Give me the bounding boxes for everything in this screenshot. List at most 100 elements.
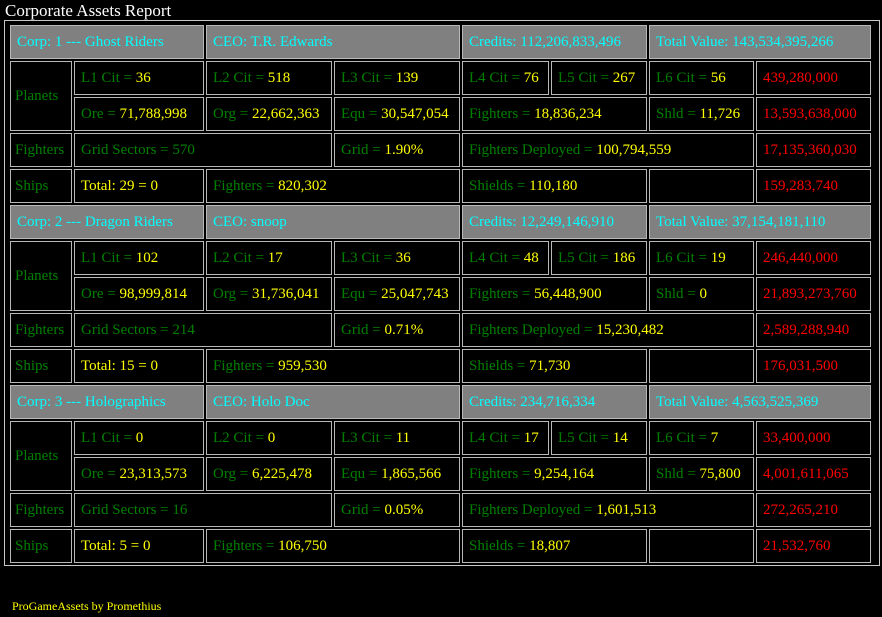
corp-name: Corp: 1 --- Ghost Riders <box>10 25 204 59</box>
ships-empty-cell <box>649 529 754 563</box>
equ-amount: Equ = 25,047,743 <box>334 277 460 311</box>
l3-citadels: L3 Cit = 36 <box>334 241 460 275</box>
l2-citadels: L2 Cit = 17 <box>206 241 332 275</box>
planets-row-citadels: Planets L1 Cit = 36 L2 Cit = 518 L3 Cit = 1… <box>10 61 871 131</box>
l5-citadels: L5 Cit = 267 <box>551 61 647 95</box>
resource-value: 13,593,638,000 <box>756 97 871 131</box>
planet-shields: Shld = 0 <box>649 277 754 311</box>
corp-name: Corp: 2 --- Dragon Riders <box>10 205 204 239</box>
ships-fighters: Fighters = 106,750 <box>206 529 460 563</box>
fighters-label: Fighters <box>10 493 72 527</box>
grid-sectors: Grid Sectors = 214 <box>74 313 332 347</box>
ships-value: 21,532,760 <box>756 529 871 563</box>
l5-citadels: L5 Cit = 186 <box>551 241 647 275</box>
l2-citadels: L2 Cit = 518 <box>206 61 332 95</box>
resource-value: 4,001,611,065 <box>756 457 871 491</box>
l4-citadels: L4 Cit = 17 <box>462 421 549 455</box>
org-amount: Org = 22,662,363 <box>206 97 332 131</box>
citadel-value: 439,280,000 <box>756 61 871 95</box>
equ-amount: Equ = 1,865,566 <box>334 457 460 491</box>
l3-citadels: L3 Cit = 11 <box>334 421 460 455</box>
fighters-deployed: Fighters Deployed = 100,794,559 <box>462 133 754 167</box>
planets-label: Planets <box>10 61 72 131</box>
planet-fighters: Fighters = 9,254,164 <box>462 457 647 491</box>
l4-citadels: L4 Cit = 48 <box>462 241 549 275</box>
fighters-row: Fighters Grid Sectors = 214 Grid = 0.71% Fi… <box>10 313 871 347</box>
window-title: Corporate Assets Report <box>5 1 172 20</box>
corp-ceo: CEO: Holo Doc <box>206 385 460 419</box>
assets-table: Corp: 1 --- Ghost Riders CEO: T.R. Edward… <box>8 23 873 565</box>
fighters-value: 17,135,360,030 <box>756 133 871 167</box>
grid-percent: Grid = 0.05% <box>334 493 460 527</box>
corp-header-row: Corp: 2 --- Dragon Riders CEO: snoop Credi… <box>10 205 871 239</box>
fighters-deployed: Fighters Deployed = 15,230,482 <box>462 313 754 347</box>
fighters-row: Fighters Grid Sectors = 570 Grid = 1.90% Fi… <box>10 133 871 167</box>
planet-fighters: Fighters = 18,836,234 <box>462 97 647 131</box>
footer-credit: ProGameAssets by Promethius <box>12 599 162 613</box>
planets-label: Planets <box>10 241 72 311</box>
l1-citadels: L1 Cit = 102 <box>74 241 204 275</box>
ships-value: 159,283,740 <box>756 169 871 203</box>
grid-percent: Grid = 1.90% <box>334 133 460 167</box>
l3-citadels: L3 Cit = 139 <box>334 61 460 95</box>
ships-fighters: Fighters = 959,530 <box>206 349 460 383</box>
ships-value: 176,031,500 <box>756 349 871 383</box>
corp-total-value: Total Value: 37,154,181,110 <box>649 205 871 239</box>
l6-citadels: L6 Cit = 56 <box>649 61 754 95</box>
l6-citadels: L6 Cit = 19 <box>649 241 754 275</box>
planets-row-resources: Ore = 71,788,998 Org = 22,662,363 Equ = 30… <box>10 97 871 131</box>
fighters-row: Fighters Grid Sectors = 16 Grid = 0.05% Fig… <box>10 493 871 527</box>
corp-header-row: Corp: 3 --- Holographics CEO: Holo Doc Cre… <box>10 385 871 419</box>
planets-row-resources: Ore = 23,313,573 Org = 6,225,478 Equ = 1,8… <box>10 457 871 491</box>
ore-amount: Ore = 71,788,998 <box>74 97 204 131</box>
corp-ceo: CEO: snoop <box>206 205 460 239</box>
ships-total: Total: 5 = 0 <box>74 529 204 563</box>
planets-row-resources: Ore = 98,999,814 Org = 31,736,041 Equ = 25… <box>10 277 871 311</box>
l1-citadels: L1 Cit = 0 <box>74 421 204 455</box>
ore-amount: Ore = 98,999,814 <box>74 277 204 311</box>
citadel-value: 33,400,000 <box>756 421 871 455</box>
planets-row-citadels: Planets L1 Cit = 102 L2 Cit = 17 L3 Cit = 3… <box>10 241 871 311</box>
ships-row: Ships Total: 15 = 0 Fighters = 959,530 Shie… <box>10 349 871 383</box>
equ-amount: Equ = 30,547,054 <box>334 97 460 131</box>
ships-label: Ships <box>10 529 72 563</box>
l6-citadels: L6 Cit = 7 <box>649 421 754 455</box>
assets-report: Corp: 1 --- Ghost Riders CEO: T.R. Edward… <box>4 20 880 566</box>
ships-empty-cell <box>649 349 754 383</box>
ships-fighters: Fighters = 820,302 <box>206 169 460 203</box>
ships-empty-cell <box>649 169 754 203</box>
grid-sectors: Grid Sectors = 570 <box>74 133 332 167</box>
planets-row-citadels: Planets L1 Cit = 0 L2 Cit = 0 L3 Cit = 11 L4… <box>10 421 871 491</box>
ships-label: Ships <box>10 349 72 383</box>
fighters-label: Fighters <box>10 313 72 347</box>
ships-total: Total: 15 = 0 <box>74 349 204 383</box>
planet-shields: Shld = 11,726 <box>649 97 754 131</box>
fighters-deployed: Fighters Deployed = 1,601,513 <box>462 493 754 527</box>
corp-credits: Credits: 112,206,833,496 <box>462 25 647 59</box>
ships-label: Ships <box>10 169 72 203</box>
ships-shields: Shields = 71,730 <box>462 349 647 383</box>
corp-name: Corp: 3 --- Holographics <box>10 385 204 419</box>
grid-percent: Grid = 0.71% <box>334 313 460 347</box>
corp-ceo: CEO: T.R. Edwards <box>206 25 460 59</box>
ships-shields: Shields = 110,180 <box>462 169 647 203</box>
resource-value: 21,893,273,760 <box>756 277 871 311</box>
planets-label: Planets <box>10 421 72 491</box>
org-amount: Org = 31,736,041 <box>206 277 332 311</box>
fighters-value: 2,589,288,940 <box>756 313 871 347</box>
ships-row: Ships Total: 29 = 0 Fighters = 820,302 Shie… <box>10 169 871 203</box>
l4-citadels: L4 Cit = 76 <box>462 61 549 95</box>
corp-total-value: Total Value: 143,534,395,266 <box>649 25 871 59</box>
fighters-label: Fighters <box>10 133 72 167</box>
org-amount: Org = 6,225,478 <box>206 457 332 491</box>
corp-credits: Credits: 234,716,334 <box>462 385 647 419</box>
ore-amount: Ore = 23,313,573 <box>74 457 204 491</box>
corp-credits: Credits: 12,249,146,910 <box>462 205 647 239</box>
ships-shields: Shields = 18,807 <box>462 529 647 563</box>
planet-shields: Shld = 75,800 <box>649 457 754 491</box>
l5-citadels: L5 Cit = 14 <box>551 421 647 455</box>
l2-citadels: L2 Cit = 0 <box>206 421 332 455</box>
grid-sectors: Grid Sectors = 16 <box>74 493 332 527</box>
ships-total: Total: 29 = 0 <box>74 169 204 203</box>
ships-row: Ships Total: 5 = 0 Fighters = 106,750 Shiel… <box>10 529 871 563</box>
